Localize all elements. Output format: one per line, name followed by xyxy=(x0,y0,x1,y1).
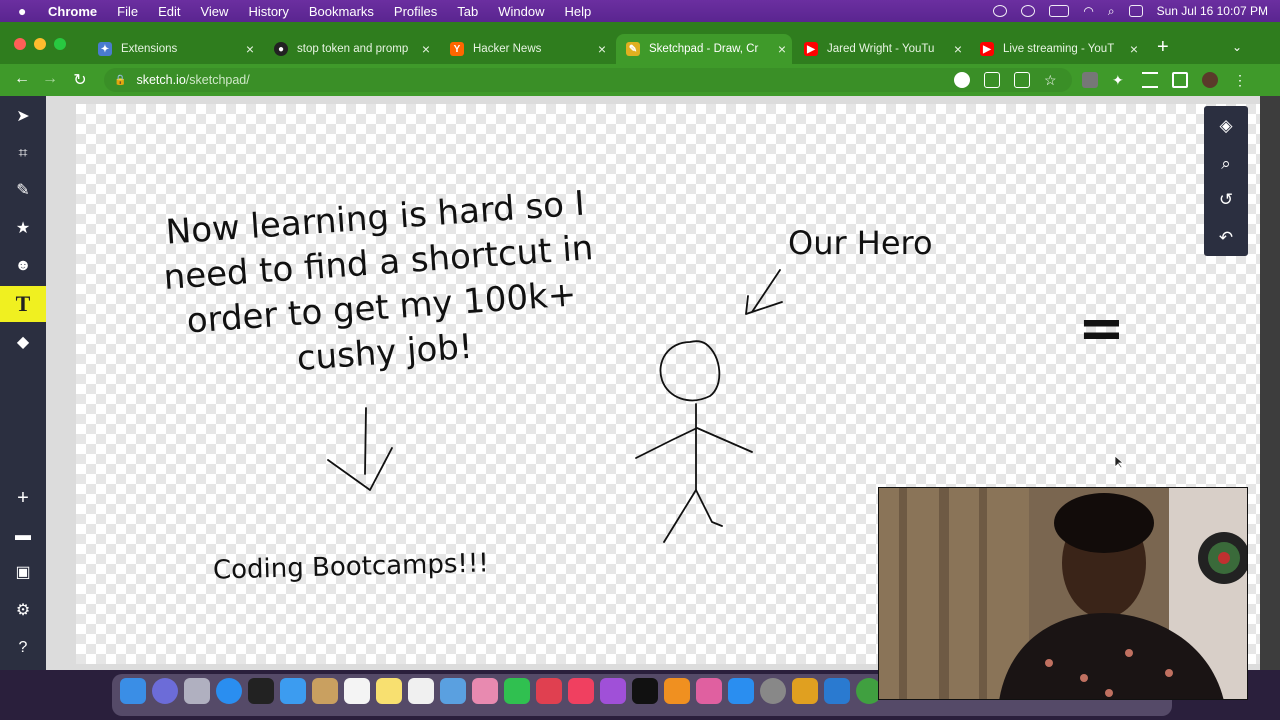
figma-icon[interactable] xyxy=(696,678,722,704)
finder-icon[interactable] xyxy=(120,678,146,704)
stick-figure-arms xyxy=(635,427,753,459)
webcam-video-feed xyxy=(879,488,1247,699)
notes-icon[interactable] xyxy=(376,678,402,704)
calendar-icon[interactable] xyxy=(344,678,370,704)
mouse-cursor-icon xyxy=(1114,455,1124,469)
contacts-icon[interactable] xyxy=(312,678,338,704)
hero-arrow-drawing xyxy=(745,269,783,315)
podcasts-icon[interactable] xyxy=(600,678,626,704)
apple-tv-icon[interactable] xyxy=(632,678,658,704)
sublime-text-icon[interactable] xyxy=(792,678,818,704)
siri-icon[interactable] xyxy=(152,678,178,704)
facetime-icon[interactable] xyxy=(504,678,530,704)
maps-icon[interactable] xyxy=(440,678,466,704)
system-settings-icon[interactable] xyxy=(760,678,786,704)
mail-icon[interactable] xyxy=(280,678,306,704)
webcam-overlay xyxy=(878,487,1248,700)
terminal-icon[interactable] xyxy=(248,678,274,704)
stick-figure-legs xyxy=(663,489,723,543)
books-icon[interactable] xyxy=(664,678,690,704)
news-icon[interactable] xyxy=(536,678,562,704)
launchpad-icon[interactable] xyxy=(184,678,210,704)
reminders-icon[interactable] xyxy=(408,678,434,704)
down-arrow-drawing xyxy=(327,407,393,491)
photos-icon[interactable] xyxy=(472,678,498,704)
vscode-icon[interactable] xyxy=(824,678,850,704)
stick-figure-head xyxy=(659,340,721,402)
music-icon[interactable] xyxy=(568,678,594,704)
app-store-icon[interactable] xyxy=(728,678,754,704)
safari-icon[interactable] xyxy=(216,678,242,704)
